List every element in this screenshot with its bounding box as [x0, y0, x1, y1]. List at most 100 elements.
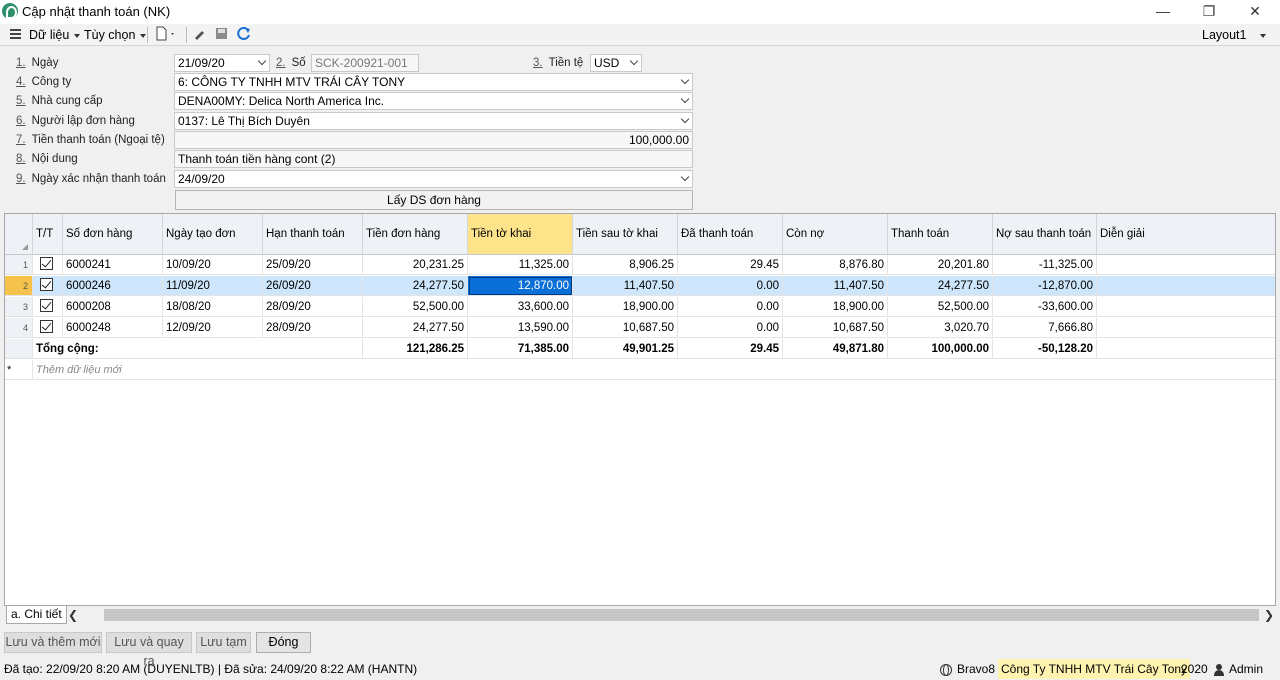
row-checkbox[interactable] — [33, 255, 63, 275]
content-field[interactable]: Thanh toán tiền hàng cont (2) — [174, 150, 693, 168]
checkbox-checked-icon[interactable] — [40, 320, 53, 334]
company-select[interactable]: 6: CÔNG TY TNHH MTV TRÁI CÂY TONY — [174, 73, 693, 91]
row-number[interactable]: 2 — [5, 276, 33, 296]
cell-thanh-toan[interactable]: 20,201.80 — [888, 255, 993, 275]
col-header-con-no[interactable]: Còn nợ — [783, 214, 888, 255]
company-name[interactable]: Công Ty TNHH MTV Trái Cây Tony — [998, 659, 1191, 679]
cell-dien-giai[interactable] — [1097, 255, 1275, 275]
cell-tien-to-khai[interactable]: 33,600.00 — [468, 297, 573, 317]
cell-tien-to-khai-focused[interactable]: 12,870.00 — [468, 276, 573, 296]
horizontal-scrollbar[interactable] — [104, 609, 1259, 621]
cell-ngay-tao-don[interactable]: 11/09/20 — [163, 276, 263, 296]
new-row-marker[interactable]: * — [5, 360, 33, 380]
amount-field[interactable]: 100,000.00 — [174, 131, 693, 149]
cell-thanh-toan[interactable]: 24,277.50 — [888, 276, 993, 296]
cell-thanh-toan[interactable]: 52,500.00 — [888, 297, 993, 317]
cell-tien-don-hang[interactable]: 20,231.25 — [363, 255, 468, 275]
cell-con-no[interactable]: 8,876.80 — [783, 255, 888, 275]
minimize-button[interactable]: — — [1140, 0, 1186, 24]
cell-so-don-hang[interactable]: 6000241 — [63, 255, 163, 275]
cell-con-no[interactable]: 10,687.50 — [783, 318, 888, 338]
grid-corner[interactable] — [5, 214, 33, 255]
row-number[interactable]: 4 — [5, 318, 33, 338]
date-field[interactable]: 21/09/20 — [174, 54, 270, 72]
tab-detail[interactable]: a. Chi tiết — [6, 606, 67, 624]
layout-select[interactable]: Layout1 — [1202, 26, 1267, 44]
creator-select[interactable]: 0137: Lê Thị Bích Duyên — [174, 112, 693, 130]
cell-ngay-tao-don[interactable]: 10/09/20 — [163, 255, 263, 275]
col-header-thanh-toan[interactable]: Thanh toán — [888, 214, 993, 255]
cell-dien-giai[interactable] — [1097, 276, 1275, 296]
cell-tien-sau-to-khai[interactable]: 8,906.25 — [573, 255, 678, 275]
cell-tien-don-hang[interactable]: 24,277.50 — [363, 276, 468, 296]
cell-no-sau-thanh-toan[interactable]: -33,600.00 — [993, 297, 1097, 317]
row-checkbox[interactable] — [33, 276, 63, 296]
col-header-tien-sau-to-khai[interactable]: Tiền sau tờ khai — [573, 214, 678, 255]
cell-tien-to-khai[interactable]: 11,325.00 — [468, 255, 573, 275]
cell-han-thanh-toan[interactable]: 28/09/20 — [263, 297, 363, 317]
cell-da-thanh-toan[interactable]: 0.00 — [678, 276, 783, 296]
cell-han-thanh-toan[interactable]: 26/09/20 — [263, 276, 363, 296]
cell-dien-giai[interactable] — [1097, 318, 1275, 338]
row-checkbox[interactable] — [33, 318, 63, 338]
cell-con-no[interactable]: 11,407.50 — [783, 276, 888, 296]
close-button[interactable]: Đóng — [256, 632, 311, 653]
col-header-tt[interactable]: T/T — [33, 214, 63, 255]
row-number[interactable]: 1 — [5, 255, 33, 275]
cell-no-sau-thanh-toan[interactable]: -12,870.00 — [993, 276, 1097, 296]
cell-no-sau-thanh-toan[interactable]: -11,325.00 — [993, 255, 1097, 275]
col-header-no-sau-thanh-toan[interactable]: Nợ sau thanh toán — [993, 214, 1097, 255]
menu-options[interactable]: Tùy chọn — [84, 26, 147, 44]
edit-button[interactable] — [193, 26, 207, 44]
cell-han-thanh-toan[interactable]: 25/09/20 — [263, 255, 363, 275]
cell-so-don-hang[interactable]: 6000248 — [63, 318, 163, 338]
restore-button[interactable]: ❐ — [1186, 0, 1232, 24]
confirm-date-field[interactable]: 24/09/20 — [174, 170, 693, 188]
currency-select[interactable]: USD — [590, 54, 642, 72]
cell-han-thanh-toan[interactable]: 28/09/20 — [263, 318, 363, 338]
scroll-right-icon[interactable]: ❯ — [1264, 606, 1274, 624]
cell-da-thanh-toan[interactable]: 29.45 — [678, 255, 783, 275]
close-window-button[interactable]: ✕ — [1232, 0, 1278, 24]
row-checkbox[interactable] — [33, 297, 63, 317]
col-header-da-thanh-toan[interactable]: Đã thanh toán — [678, 214, 783, 255]
fiscal-year[interactable]: 2020 — [1181, 659, 1208, 679]
refresh-button[interactable] — [236, 26, 252, 44]
fetch-orders-button[interactable]: Lấy DS đơn hàng — [175, 190, 693, 210]
checkbox-checked-icon[interactable] — [40, 299, 53, 313]
cell-ngay-tao-don[interactable]: 18/08/20 — [163, 297, 263, 317]
supplier-select[interactable]: DENA00MY: Delica North America Inc. — [174, 92, 693, 110]
cell-so-don-hang[interactable]: 6000246 — [63, 276, 163, 296]
cell-so-don-hang[interactable]: 6000208 — [63, 297, 163, 317]
cell-tien-sau-to-khai[interactable]: 11,407.50 — [573, 276, 678, 296]
save-button[interactable] — [215, 26, 229, 44]
col-header-dien-giai[interactable]: Diễn giải — [1097, 214, 1275, 255]
col-header-tien-to-khai[interactable]: Tiền tờ khai — [468, 214, 573, 255]
save-and-new-button[interactable]: Lưu và thêm mới — [4, 632, 102, 653]
cell-dien-giai[interactable] — [1097, 297, 1275, 317]
cell-ngay-tao-don[interactable]: 12/09/20 — [163, 318, 263, 338]
save-draft-button[interactable]: Lưu tạm — [196, 632, 251, 653]
cell-da-thanh-toan[interactable]: 0.00 — [678, 297, 783, 317]
col-header-tien-don-hang[interactable]: Tiền đơn hàng — [363, 214, 468, 255]
cell-thanh-toan[interactable]: 3,020.70 — [888, 318, 993, 338]
scroll-left-icon[interactable]: ❮ — [68, 606, 78, 624]
col-header-so-don-hang[interactable]: Số đơn hàng — [63, 214, 163, 255]
col-header-ngay-tao-don[interactable]: Ngày tạo đơn — [163, 214, 263, 255]
cell-tien-to-khai[interactable]: 13,590.00 — [468, 318, 573, 338]
cell-con-no[interactable]: 18,900.00 — [783, 297, 888, 317]
cell-tien-sau-to-khai[interactable]: 10,687.50 — [573, 318, 678, 338]
cell-tien-don-hang[interactable]: 24,277.50 — [363, 318, 468, 338]
new-row-placeholder[interactable]: Thêm dữ liệu mới — [33, 360, 1275, 380]
so-field[interactable]: SCK-200921-001 — [311, 54, 419, 72]
cell-no-sau-thanh-toan[interactable]: 7,666.80 — [993, 318, 1097, 338]
menu-data[interactable]: Dữ liệu — [29, 26, 81, 44]
save-and-back-button[interactable]: Lưu và quay ra — [106, 632, 192, 668]
cell-da-thanh-toan[interactable]: 0.00 — [678, 318, 783, 338]
row-number[interactable]: 3 — [5, 297, 33, 317]
col-header-han-thanh-toan[interactable]: Hạn thanh toán — [263, 214, 363, 255]
checkbox-checked-icon[interactable] — [40, 278, 53, 292]
menu-icon[interactable] — [10, 29, 21, 39]
cell-tien-sau-to-khai[interactable]: 18,900.00 — [573, 297, 678, 317]
new-document-button[interactable] — [155, 26, 177, 44]
